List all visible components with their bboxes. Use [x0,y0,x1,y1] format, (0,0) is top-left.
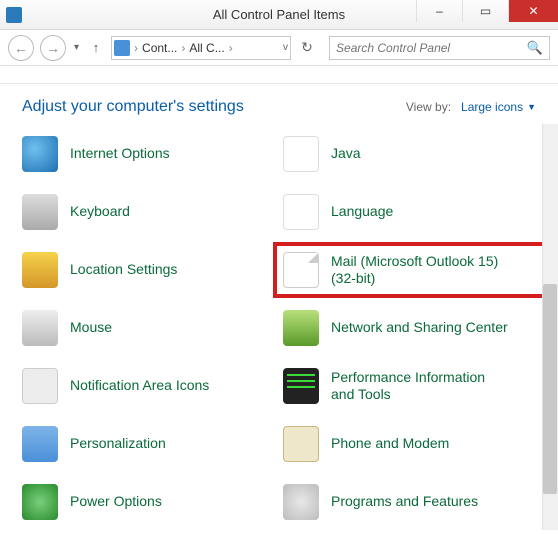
item-performance-info-icon [283,368,319,404]
search-box[interactable]: 🔍 [329,36,550,60]
page-title: Adjust your computer's settings [22,98,406,116]
back-button[interactable]: ← [8,35,34,61]
item-label: Mouse [70,319,112,337]
content-area: Internet Options Java Keyboard Language Loca… [0,124,558,530]
item-network-sharing[interactable]: Network and Sharing Center [283,308,544,348]
item-language-icon [283,194,319,230]
item-keyboard[interactable]: Keyboard [22,192,283,232]
viewby-label: View by: [406,100,451,114]
scrollbar-thumb[interactable] [543,284,557,494]
item-label: Java [331,145,361,163]
item-programs-features[interactable]: Programs and Features [283,482,544,522]
item-programs-features-icon [283,484,319,520]
item-java-icon [283,136,319,172]
item-personalization-icon [22,426,58,462]
item-location-settings[interactable]: Location Settings [22,250,283,290]
item-java[interactable]: Java [283,134,544,174]
item-label: Power Options [70,493,162,511]
history-dropdown-icon[interactable]: ▾ [74,42,79,53]
item-label: Phone and Modem [331,435,449,453]
item-mail-outlook-icon [283,252,319,288]
close-button[interactable]: ✕ [508,0,558,22]
item-label: Notification Area Icons [70,377,209,395]
item-label: Network and Sharing Center [331,319,508,337]
search-icon[interactable]: 🔍 [527,40,543,56]
item-label: Performance Information and Tools [331,369,511,404]
address-dropdown-icon[interactable]: v [283,42,288,53]
item-mouse-icon [22,310,58,346]
breadcrumb-separator-icon: › [132,41,140,55]
item-keyboard-icon [22,194,58,230]
address-bar[interactable]: › Cont... › All C... › v [111,36,291,60]
viewby-value: Large icons [461,100,523,114]
chevron-down-icon: ▼ [527,102,536,112]
breadcrumb-separator-icon: › [179,41,187,55]
item-power-options-icon [22,484,58,520]
items-grid: Internet Options Java Keyboard Language Loca… [0,124,558,530]
breadcrumb-segment[interactable]: All C... [189,41,224,55]
item-label: Programs and Features [331,493,478,511]
control-panel-icon [114,40,130,56]
titlebar: All Control Panel Items – ▭ ✕ [0,0,558,30]
app-icon [6,7,22,23]
item-performance-info[interactable]: Performance Information and Tools [283,366,544,406]
forward-button[interactable]: → [40,35,66,61]
item-location-settings-icon [22,252,58,288]
scrollbar-track[interactable] [542,124,558,530]
item-label: Mail (Microsoft Outlook 15) (32-bit) [331,253,501,288]
item-label: Internet Options [70,145,170,163]
item-mail-outlook[interactable]: Mail (Microsoft Outlook 15) (32-bit) [273,242,554,298]
item-internet-options[interactable]: Internet Options [22,134,283,174]
item-phone-modem-icon [283,426,319,462]
item-internet-options-icon [22,136,58,172]
item-mouse[interactable]: Mouse [22,308,283,348]
item-label: Keyboard [70,203,130,221]
navbar: ← → ▾ ↑ › Cont... › All C... › v ↻ 🔍 [0,30,558,66]
item-power-options[interactable]: Power Options [22,482,283,522]
window-buttons: – ▭ ✕ [416,0,558,29]
item-notification-area-icons[interactable]: Notification Area Icons [22,366,283,406]
search-input[interactable] [336,41,527,55]
up-button[interactable]: ↑ [89,41,103,55]
breadcrumb-separator-icon: › [227,41,235,55]
item-notification-area-icons-icon [22,368,58,404]
header-row: Adjust your computer's settings View by:… [0,84,558,124]
item-label: Location Settings [70,261,177,279]
item-label: Language [331,203,393,221]
minimize-button[interactable]: – [416,0,462,22]
item-personalization[interactable]: Personalization [22,424,283,464]
item-label: Personalization [70,435,166,453]
toolbar-spacer [0,66,558,84]
breadcrumb-segment[interactable]: Cont... [142,41,177,55]
item-network-sharing-icon [283,310,319,346]
maximize-button[interactable]: ▭ [462,0,508,22]
item-phone-modem[interactable]: Phone and Modem [283,424,544,464]
item-language[interactable]: Language [283,192,544,232]
viewby-dropdown[interactable]: Large icons ▼ [461,100,536,114]
refresh-button[interactable]: ↻ [297,38,317,58]
